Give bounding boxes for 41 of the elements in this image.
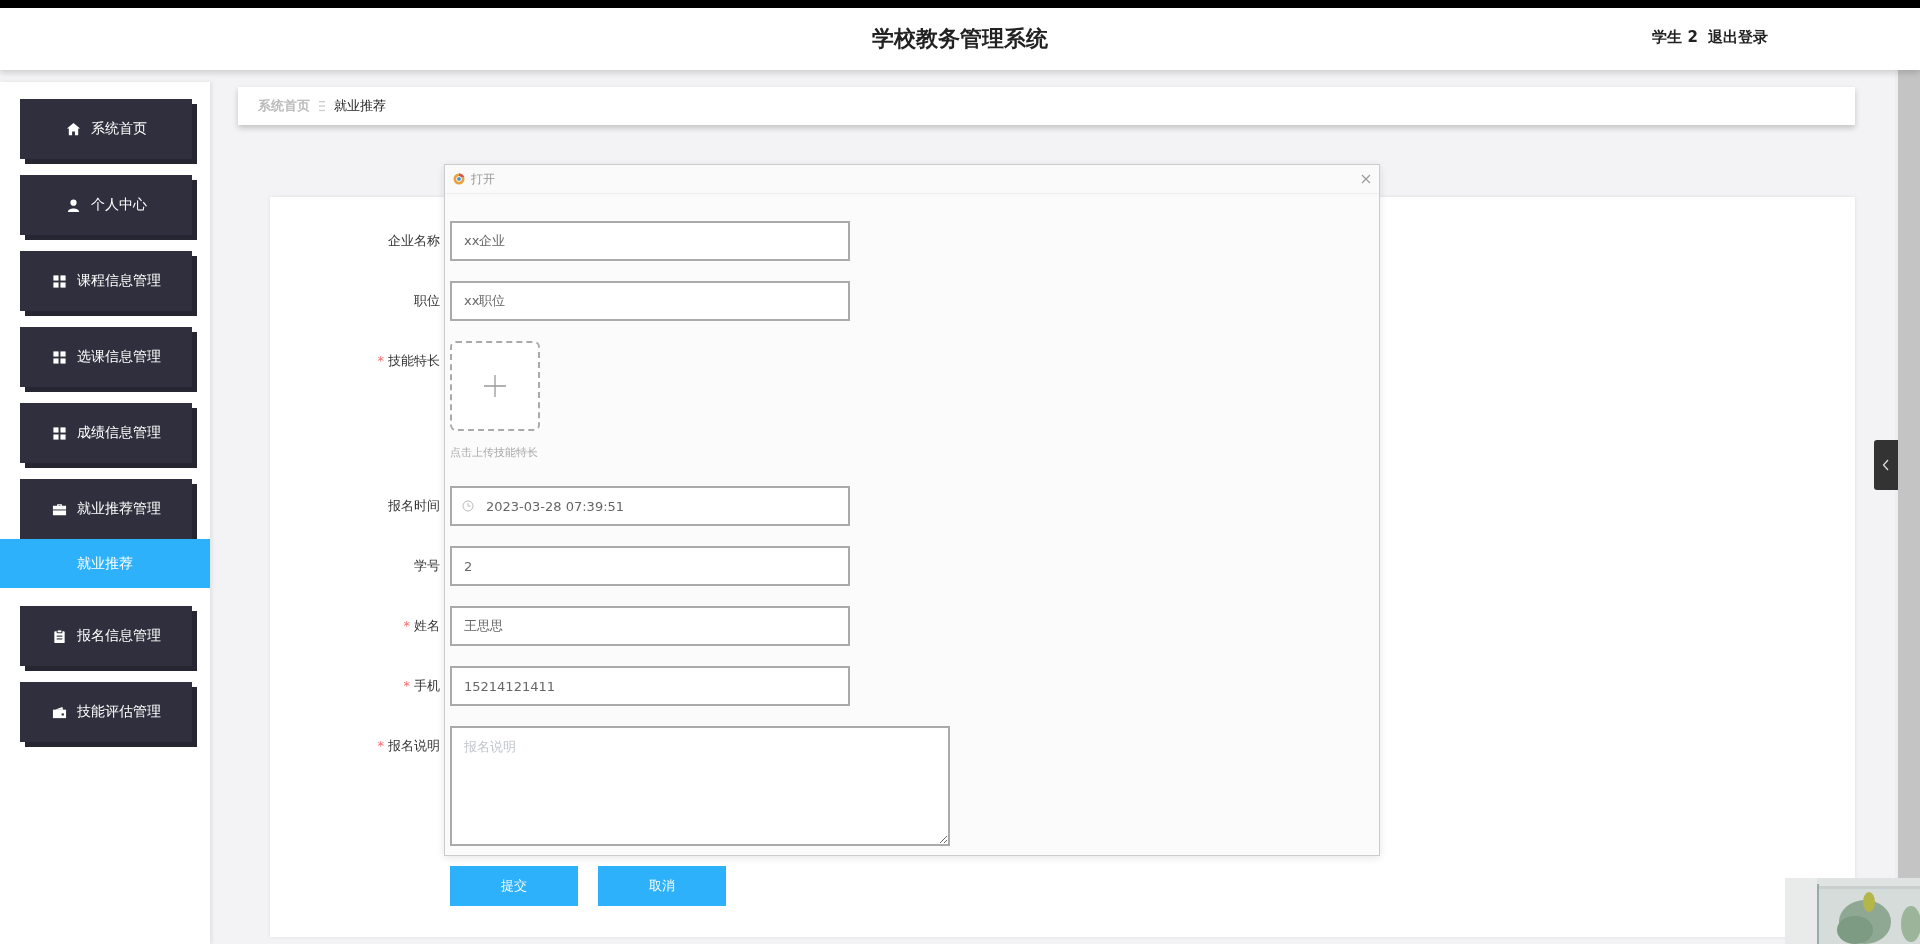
field-label: 技能特长 [388, 352, 440, 370]
grid-icon [51, 349, 67, 365]
scrollbar[interactable] [1895, 70, 1920, 878]
required-mark: * [377, 352, 384, 370]
app-title: 学校教务管理系统 [872, 25, 1048, 53]
field-label: 职位 [414, 292, 440, 310]
field-label: 报名时间 [388, 497, 440, 515]
input-field[interactable]: 15214121411 [450, 666, 850, 706]
logout-link[interactable]: 退出登录 [1708, 28, 1768, 47]
text-area[interactable]: 报名说明 [450, 726, 950, 846]
upload-box[interactable] [450, 341, 540, 431]
chevron-left-icon[interactable] [1882, 459, 1890, 471]
wallet-icon [51, 704, 67, 720]
close-icon[interactable] [1361, 174, 1371, 184]
breadcrumb-link[interactable]: 就业推荐 [334, 97, 386, 115]
input-field[interactable]: 2 [450, 546, 850, 586]
user-name: 学生 2 [1652, 28, 1698, 47]
dialog-title: 打开 [471, 170, 495, 188]
required-mark: * [403, 617, 410, 635]
field-label: 学号 [414, 557, 440, 575]
briefcase-icon [51, 501, 67, 517]
input-field[interactable]: xx企业 [450, 221, 850, 261]
plus-icon [483, 374, 507, 398]
user-icon [65, 197, 81, 213]
field-label: 企业名称 [388, 232, 440, 250]
required-mark: * [403, 677, 410, 695]
field-label: 报名说明 [388, 737, 440, 755]
date-field[interactable]: 2023-03-28 07:39:51 [450, 486, 850, 526]
upload-hint: 点击上传技能特长 [450, 445, 539, 460]
clock-icon [462, 500, 474, 512]
field-label: 姓名 [414, 617, 440, 635]
separator-icon [318, 100, 326, 112]
required-mark: * [377, 737, 384, 755]
browser-icon [453, 173, 465, 185]
clipboard-icon [51, 628, 67, 644]
home-icon [65, 121, 81, 137]
grid-icon [51, 425, 67, 441]
grid-icon [51, 273, 67, 289]
input-field[interactable]: xx职位 [450, 281, 850, 321]
input-field[interactable]: 王思思 [450, 606, 850, 646]
field-label: 手机 [414, 677, 440, 695]
